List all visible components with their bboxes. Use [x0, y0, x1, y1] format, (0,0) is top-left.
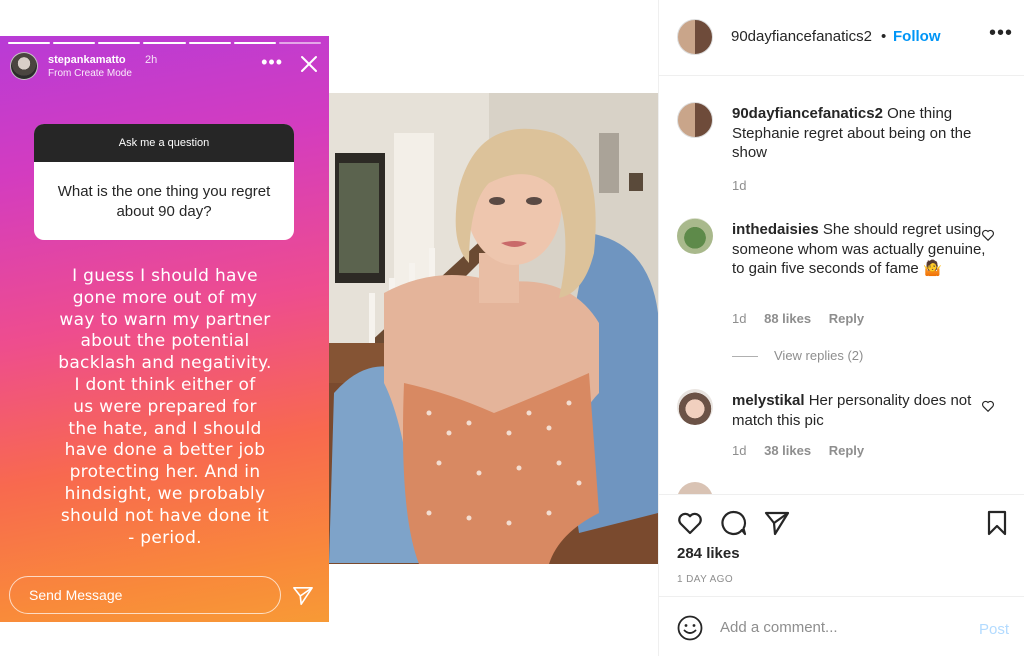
progress-segment [53, 42, 96, 44]
comment-text: melystikal Her personality does not matc… [732, 391, 987, 430]
bookmark-icon[interactable] [983, 509, 1011, 537]
answer-line: hindsight, we probably [64, 483, 266, 504]
caption-text: 90dayfiancefanatics2 One thing Stephanie… [732, 104, 987, 163]
question-sticker-header: Ask me a question [34, 124, 294, 162]
comment-text: inthedaisies She should regret using som… [732, 220, 987, 279]
progress-segment [98, 42, 141, 44]
answer-line: I guess I should have [72, 266, 258, 286]
avatar[interactable] [677, 218, 713, 254]
more-dots-icon[interactable]: ••• [989, 22, 1013, 45]
answer-line: I dont think either of [74, 374, 256, 395]
comment-likes[interactable]: 38 likes [764, 443, 811, 458]
post-date: 1 DAY AGO [677, 574, 734, 585]
separator-dot: • [881, 28, 887, 45]
comment-meta: 1d 38 likes Reply [732, 443, 878, 458]
heart-icon[interactable] [676, 509, 704, 537]
progress-segment [8, 42, 51, 44]
add-comment-bar: Add a comment... Post [659, 596, 1024, 656]
story-username[interactable]: stepankamatto [48, 54, 126, 66]
comment-input[interactable]: Add a comment... [720, 619, 838, 636]
question-text: What is the one thing you regret about 9… [57, 183, 271, 220]
answer-line: way to warn my partner [59, 309, 271, 330]
heart-icon[interactable] [981, 399, 995, 413]
smiley-icon[interactable] [677, 615, 703, 641]
answer-text: I guess I should have gone more out of my… [30, 266, 300, 549]
paper-plane-icon[interactable] [763, 509, 791, 537]
story-progress-bar [8, 42, 321, 44]
heart-icon[interactable] [981, 228, 995, 242]
post-photo [329, 93, 658, 564]
post-actions: 284 likes 1 DAY AGO [659, 494, 1024, 596]
post-author[interactable]: 90dayfiancefanatics2 [731, 28, 872, 45]
progress-segment [278, 42, 321, 44]
avatar[interactable] [677, 19, 713, 55]
story-mode-label: From Create Mode [48, 68, 132, 79]
avatar[interactable] [10, 52, 38, 80]
comment-username[interactable]: inthedaisies [732, 221, 819, 238]
avatar[interactable] [677, 389, 713, 425]
close-icon[interactable] [299, 54, 319, 74]
comment-time: 1d [732, 311, 747, 326]
comment-meta: 1d 88 likes Reply [732, 311, 878, 326]
paper-plane-icon[interactable] [292, 586, 314, 606]
caption-meta: 1d [732, 178, 760, 193]
progress-segment [143, 42, 186, 44]
answer-line: gone more out of my [72, 287, 258, 308]
caption-time: 1d [732, 178, 747, 193]
comment-username[interactable]: melystikal [732, 392, 805, 409]
caption-username[interactable]: 90dayfiancefanatics2 [732, 105, 883, 122]
story-panel: stepankamatto 2h From Create Mode ••• As… [0, 36, 329, 622]
post-header: 90dayfiancefanatics2 • Follow ••• [659, 0, 1024, 76]
send-message-input[interactable]: Send Message [9, 576, 281, 614]
comment-bubble-icon[interactable] [720, 509, 748, 537]
avatar[interactable] [677, 102, 713, 138]
answer-line: backlash and negativity. [58, 353, 272, 374]
comment-time: 1d [732, 443, 747, 458]
answer-line: the hate, and I should [68, 418, 262, 439]
question-sticker: Ask me a question What is the one thing … [34, 124, 294, 240]
post-detail-panel: 90dayfiancefanatics2 • Follow ••• 90dayf… [658, 0, 1024, 656]
answer-line: about the potential [80, 331, 250, 352]
story-header: stepankamatto 2h From Create Mode ••• [10, 52, 319, 82]
answer-line: - period. [128, 527, 202, 548]
more-dots-icon[interactable]: ••• [261, 52, 283, 72]
answer-line: have done a better job [64, 440, 266, 461]
reply-button[interactable]: Reply [829, 311, 864, 326]
answer-line: protecting her. And in [69, 462, 261, 483]
comments-list[interactable]: 90dayfiancefanatics2 One thing Stephanie… [659, 77, 1024, 494]
post-button[interactable]: Post [979, 621, 1009, 638]
answer-line: us were prepared for [73, 396, 257, 417]
progress-segment [188, 42, 231, 44]
reply-button[interactable]: Reply [829, 443, 864, 458]
comment-likes[interactable]: 88 likes [764, 311, 811, 326]
progress-segment [233, 42, 276, 44]
view-replies-button[interactable]: View replies (2) [732, 348, 863, 363]
answer-line: should not have done it [60, 505, 270, 526]
story-timestamp: 2h [145, 54, 158, 66]
follow-button[interactable]: Follow [893, 28, 941, 45]
like-count[interactable]: 284 likes [677, 545, 740, 562]
avatar[interactable] [677, 482, 713, 494]
